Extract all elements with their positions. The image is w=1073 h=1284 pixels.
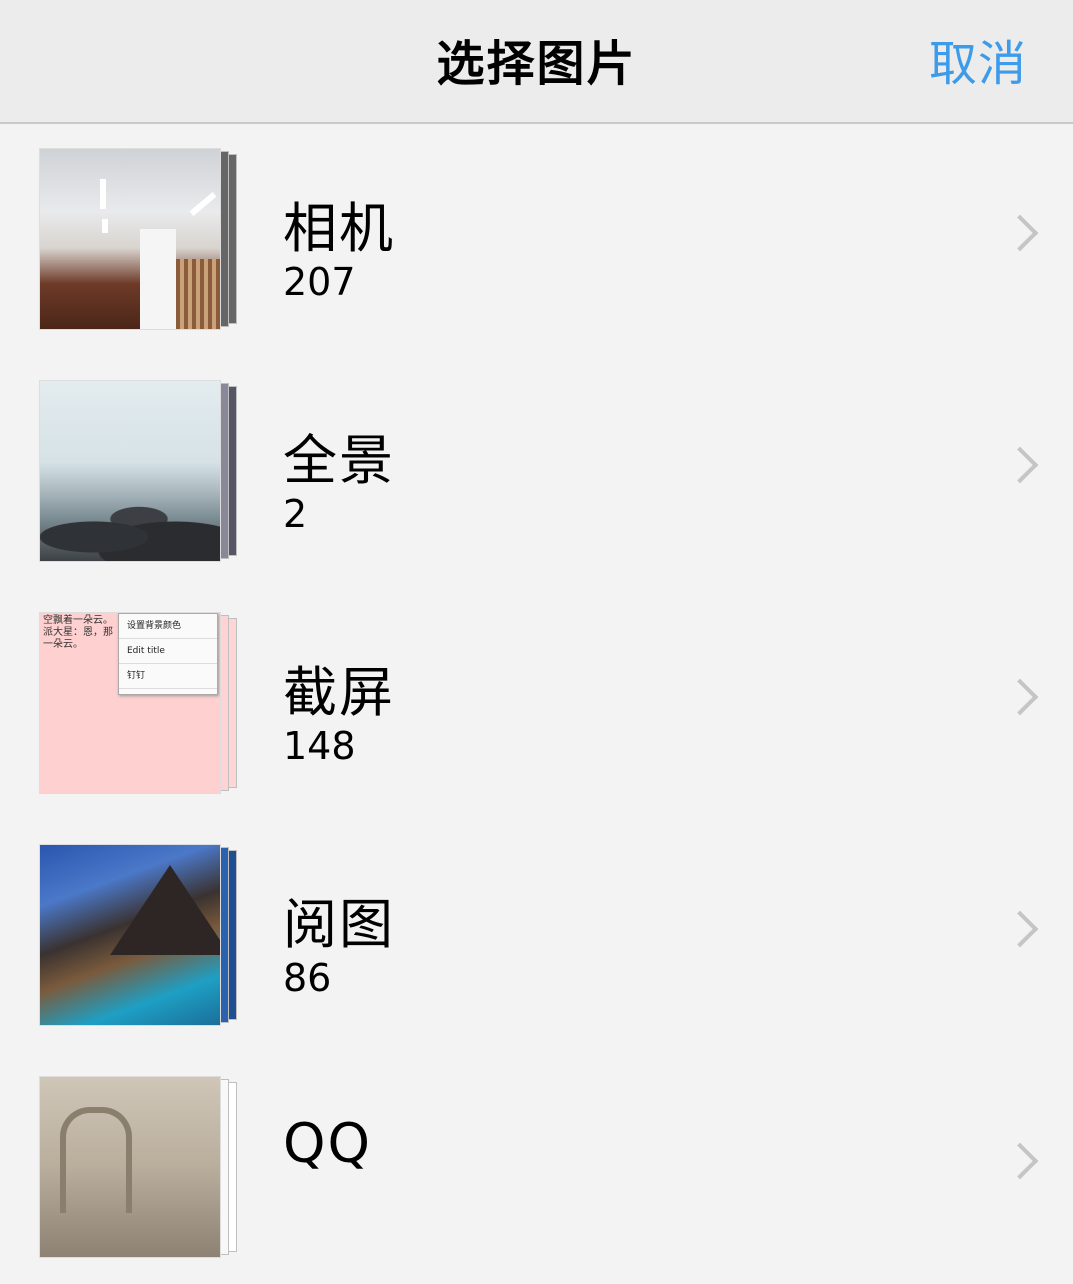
album-name: 截屏 (283, 661, 395, 724)
cover-menu-item: 设置背景颜色 (119, 614, 217, 639)
navigation-bar: 选择图片 取消 (0, 0, 1073, 124)
album-cover-image (39, 148, 221, 330)
album-list: 相机 207 全景 2 空飘着一朵云。派大星：恩，那一朵云。 设置背景颜色 Ed… (0, 124, 1073, 1284)
cancel-button[interactable]: 取消 (929, 24, 1027, 94)
album-name: 相机 (283, 197, 395, 260)
album-row-screenshots[interactable]: 空飘着一朵云。派大星：恩，那一朵云。 设置背景颜色 Edit title 钉钉 … (0, 588, 1073, 820)
chevron-right-icon (1001, 910, 1039, 948)
album-row-camera[interactable]: 相机 207 (0, 124, 1073, 356)
album-thumbnail-stack: 空飘着一朵云。派大星：恩，那一朵云。 设置背景颜色 Edit title 钉钉 (39, 612, 239, 794)
chevron-right-icon (1001, 678, 1039, 716)
album-thumbnail-stack (39, 1076, 239, 1258)
cover-menu-item: Edit title (119, 639, 217, 664)
album-row-qq[interactable]: QQ (0, 1052, 1073, 1284)
album-count: 86 (283, 956, 332, 1000)
album-count: 207 (283, 260, 356, 304)
album-name: 全景 (283, 429, 395, 492)
chevron-right-icon (1001, 446, 1039, 484)
album-count: 2 (283, 492, 308, 536)
cover-context-menu: 设置背景颜色 Edit title 钉钉 (118, 613, 218, 695)
chevron-right-icon (1001, 214, 1039, 252)
album-row-panorama[interactable]: 全景 2 (0, 356, 1073, 588)
album-row-viewer[interactable]: 阅图 86 (0, 820, 1073, 1052)
album-name: 阅图 (283, 893, 395, 956)
album-cover-image (39, 380, 221, 562)
album-count: 148 (283, 724, 356, 768)
cover-menu-item: 钉钉 (119, 664, 217, 689)
album-name: QQ (283, 1112, 373, 1175)
album-thumbnail-stack (39, 844, 239, 1026)
album-cover-image (39, 844, 221, 1026)
album-cover-image (39, 1076, 221, 1258)
album-cover-image: 空飘着一朵云。派大星：恩，那一朵云。 设置背景颜色 Edit title 钉钉 (39, 612, 221, 794)
chevron-right-icon (1001, 1142, 1039, 1180)
page-title: 选择图片 (436, 36, 637, 92)
cover-text: 空飘着一朵云。派大星：恩，那一朵云。 (43, 615, 113, 650)
album-thumbnail-stack (39, 148, 239, 330)
album-thumbnail-stack (39, 380, 239, 562)
